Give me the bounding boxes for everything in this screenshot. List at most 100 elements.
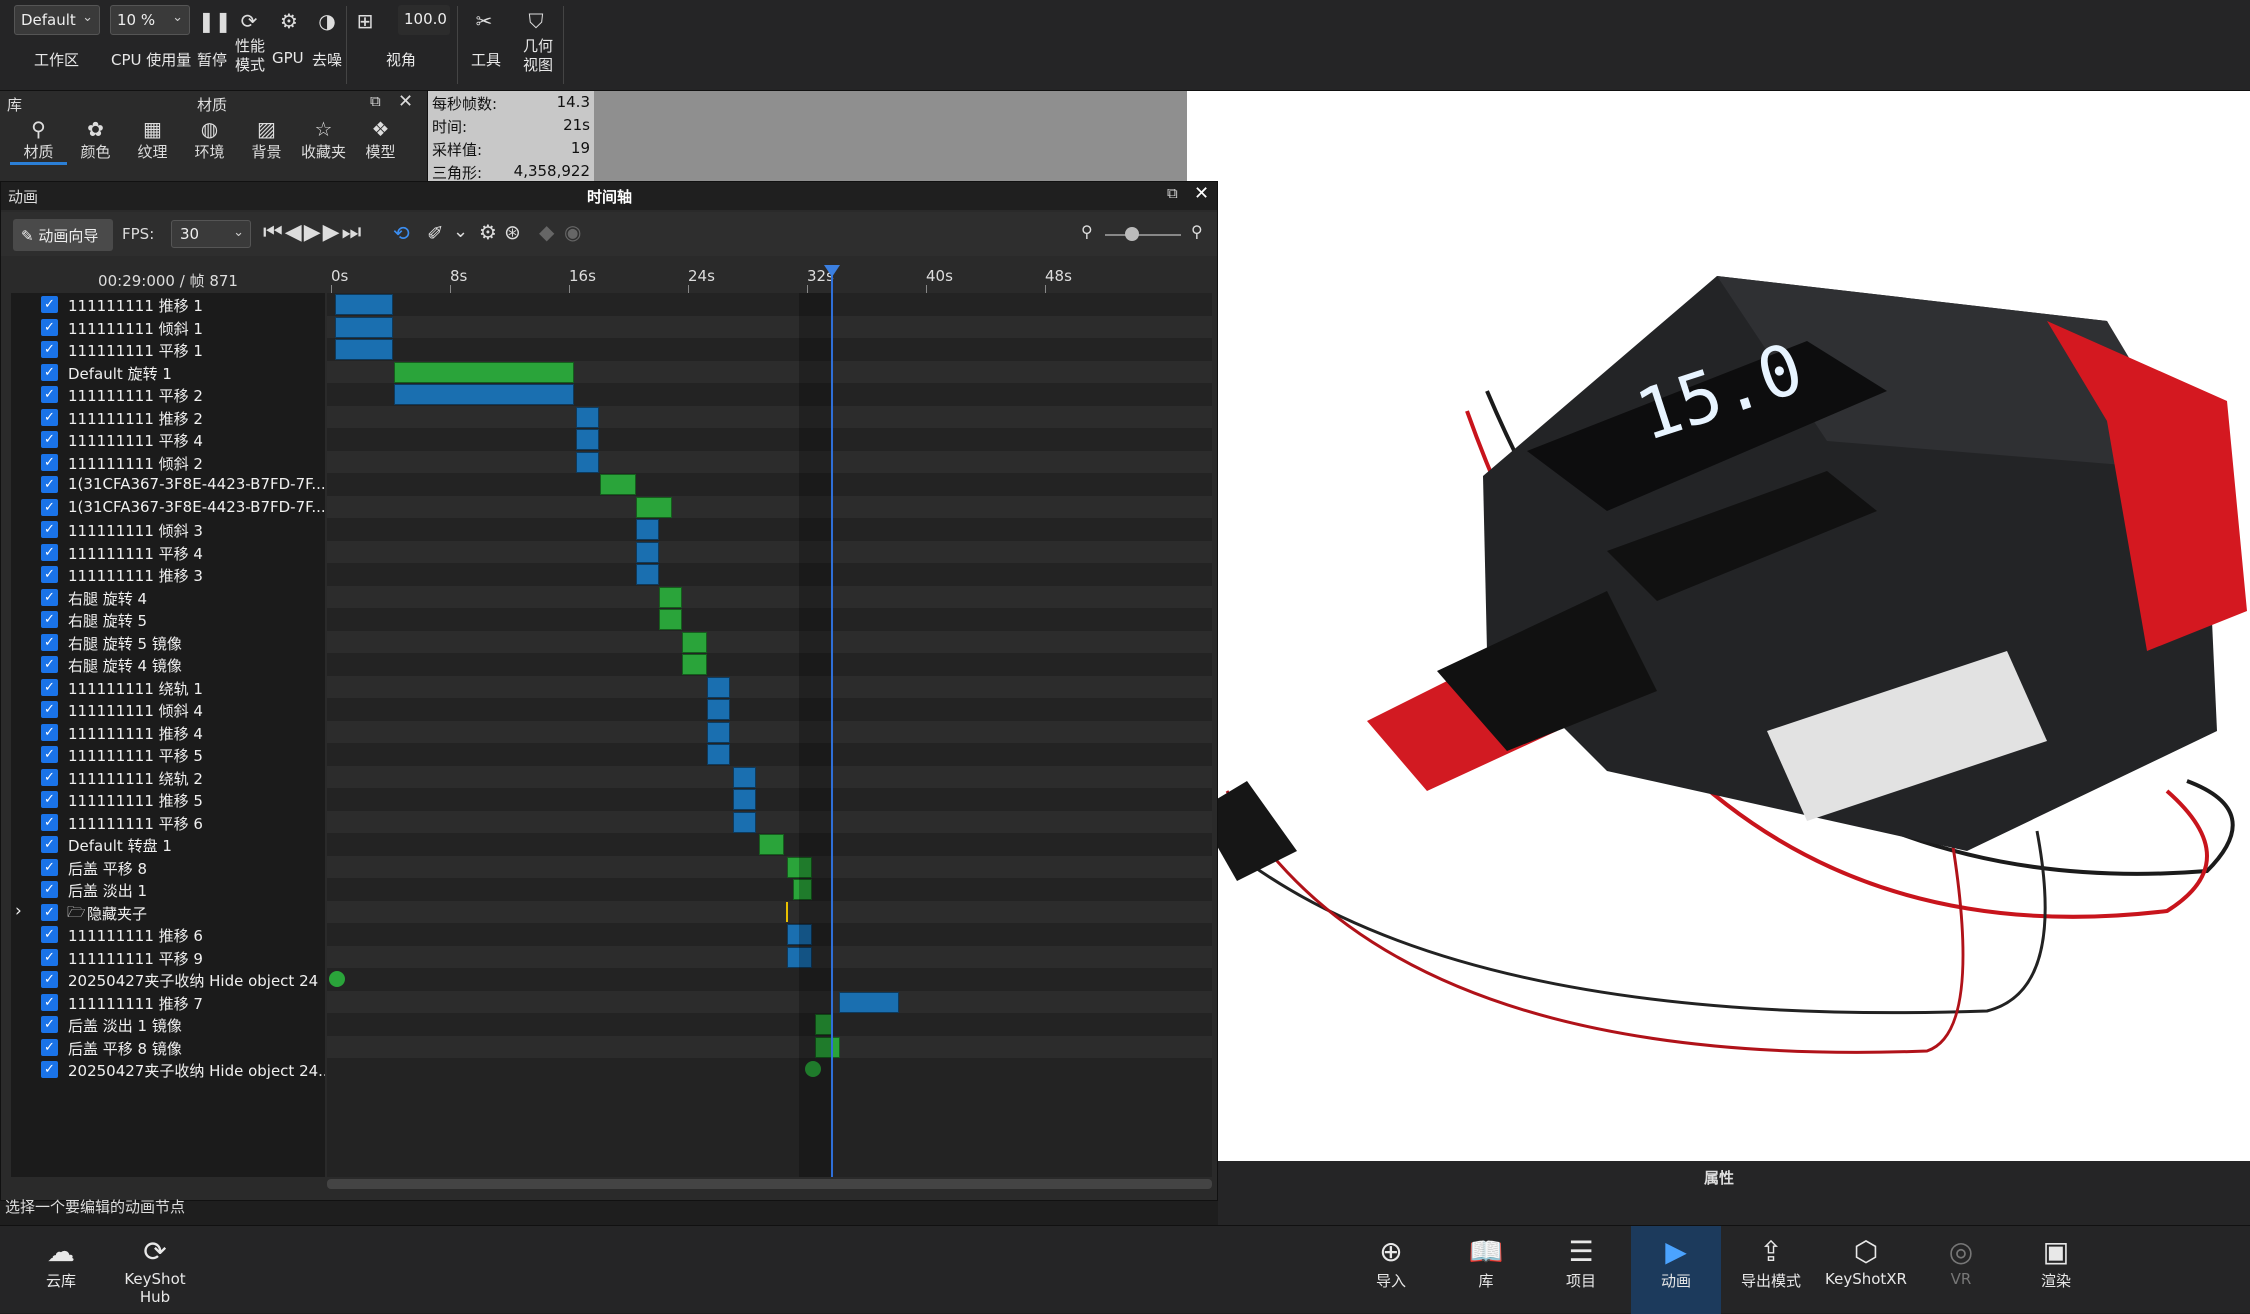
track-row[interactable]: ✓ 后盖 淡出 1 (11, 878, 325, 901)
zoom-slider[interactable] (1105, 234, 1181, 236)
track-checkbox[interactable]: ✓ (41, 903, 58, 921)
camera-icon[interactable]: ⊞ (352, 8, 378, 34)
track-row[interactable]: ✓ 111111111 平移 6 (11, 811, 325, 834)
track-checkbox[interactable]: ✓ (41, 656, 58, 673)
tools-icon[interactable]: ✂ (471, 8, 497, 34)
zoom-in-icon[interactable]: ⚲ (1191, 222, 1203, 241)
export-mode-button[interactable]: ⇪ 导出模式 (1726, 1234, 1816, 1291)
close-icon[interactable]: ✕ (1194, 183, 1209, 204)
cpu-usage-dropdown[interactable]: 10 % ⌄ (110, 5, 190, 35)
track-checkbox[interactable]: ✓ (41, 701, 58, 718)
track-checkbox[interactable]: ✓ (41, 678, 58, 696)
track-checkbox[interactable]: ✓ (41, 543, 58, 561)
track-checkbox[interactable]: ✓ (41, 993, 58, 1011)
track-row[interactable]: ✓ 111111111 平移 5 (11, 743, 325, 766)
keyframe-bar[interactable] (707, 744, 730, 765)
animation-button[interactable]: ▶ 动画 (1631, 1226, 1721, 1314)
keyshotxr-button[interactable]: ⬡ KeyShotXR (1821, 1234, 1911, 1288)
track-checkbox[interactable]: ✓ (41, 566, 58, 583)
track-checkbox[interactable]: ✓ (41, 431, 58, 448)
track-row[interactable]: ✓ 右腿 旋转 4 镜像 (11, 653, 325, 676)
timeline[interactable]: 0s 8s 16s 24s 32s 40s 48s (327, 265, 1212, 1177)
track-row[interactable]: ✓ 111111111 绕轨 1 (11, 676, 325, 699)
tab-texture[interactable]: ▦ 纹理 (124, 117, 181, 165)
settings-icon[interactable]: ⚙ (479, 220, 497, 244)
zoom-slider-handle[interactable] (1125, 227, 1139, 241)
keyframe-bar[interactable] (759, 834, 784, 855)
tab-models[interactable]: ❖ 模型 (352, 117, 409, 165)
quality-field[interactable]: 100.0 (398, 5, 450, 35)
record-icon[interactable]: ◉ (564, 220, 581, 244)
keyframe-bar[interactable] (636, 519, 659, 540)
keyframe-bar[interactable] (636, 496, 672, 518)
keyframe-bar[interactable] (839, 991, 899, 1013)
close-icon[interactable]: ✕ (398, 91, 413, 112)
track-row[interactable]: ✓ 111111111 倾斜 3 (11, 518, 325, 541)
track-row[interactable]: ✓ 111111111 倾斜 4 (11, 698, 325, 721)
track-row[interactable]: ✓ 111111111 推移 4 (11, 721, 325, 744)
track-checkbox[interactable]: ✓ (41, 881, 58, 898)
track-row[interactable]: ✓ 111111111 倾斜 2 (11, 451, 325, 474)
track-checkbox[interactable]: ✓ (41, 363, 58, 381)
zoom-out-icon[interactable]: ⚲ (1081, 222, 1093, 241)
pause-icon[interactable]: ❚❚ (198, 8, 232, 34)
keyframe-bar[interactable] (682, 631, 707, 653)
track-row[interactable]: ✓ 后盖 淡出 1 镜像 (11, 1013, 325, 1036)
tab-background[interactable]: ▨ 背景 (238, 117, 295, 165)
keyframe-bar[interactable] (636, 564, 659, 585)
keyshot-hub-button[interactable]: ⟳ KeyShot Hub (110, 1234, 200, 1306)
keyframe-bar[interactable] (335, 316, 393, 338)
track-checkbox[interactable]: ✓ (41, 768, 58, 786)
import-button[interactable]: ⊕ 导入 (1346, 1234, 1436, 1291)
keyframe-bar[interactable] (707, 676, 730, 698)
performance-mode-icon[interactable]: ⟳ (236, 8, 262, 34)
keyframe-bar[interactable] (576, 429, 599, 450)
keyframe-bar[interactable] (659, 586, 682, 608)
edit-icon[interactable]: ✐ (427, 221, 444, 245)
track-checkbox[interactable]: ✓ (41, 813, 58, 831)
keyframe-bar[interactable] (707, 721, 730, 743)
keyframe-bar[interactable] (733, 811, 756, 833)
track-checkbox[interactable]: ✓ (41, 341, 58, 358)
render-viewport[interactable]: 15.0 (1185, 91, 2250, 1161)
keyframe-bar[interactable] (335, 339, 393, 360)
denoise-icon[interactable]: ◑ (314, 8, 340, 34)
render-button[interactable]: ▣ 渲染 (2011, 1234, 2101, 1291)
workspace-dropdown[interactable]: Default ⌄ (14, 5, 100, 35)
track-row[interactable]: ✓ 111111111 平移 4 (11, 428, 325, 451)
track-row[interactable]: ✓ 111111111 绕轨 2 (11, 766, 325, 789)
track-checkbox[interactable]: ✓ (41, 791, 58, 808)
track-checkbox[interactable]: ✓ (41, 948, 58, 966)
horizontal-scrollbar[interactable] (327, 1179, 1212, 1189)
keyframe-bar[interactable] (335, 294, 393, 315)
track-row[interactable]: ✓ 右腿 旋转 4 (11, 586, 325, 609)
track-row[interactable]: ✓ 111111111 推移 6 (11, 923, 325, 946)
keyframe-bar[interactable] (733, 789, 756, 810)
track-row[interactable]: ✓ 20250427夹子收纳 Hide object 24 (11, 968, 325, 991)
gpu-icon[interactable]: ⚙ (276, 8, 302, 34)
track-row[interactable]: ✓ 右腿 旋转 5 镜像 (11, 631, 325, 654)
target-icon[interactable]: ⊛ (504, 220, 521, 244)
chevron-right-icon[interactable]: › (15, 901, 22, 921)
track-checkbox[interactable]: ✓ (41, 746, 58, 763)
vr-button[interactable]: ◎ VR (1916, 1234, 2006, 1288)
keyframe-bar[interactable] (576, 406, 599, 428)
keyframe-bar[interactable] (707, 699, 730, 720)
keyframe-bar[interactable] (733, 766, 756, 788)
track-checkbox[interactable]: ✓ (41, 453, 58, 471)
track-checkbox[interactable]: ✓ (41, 1061, 58, 1078)
event-marker[interactable] (329, 971, 345, 987)
keyframe-bar[interactable] (576, 451, 599, 473)
track-checkbox[interactable]: ✓ (41, 408, 58, 426)
track-row[interactable]: ✓ 111111111 推移 1 (11, 293, 325, 316)
tab-color[interactable]: ✿ 颜色 (67, 117, 124, 165)
track-checkbox[interactable]: ✓ (41, 1038, 58, 1056)
playback-controls[interactable]: ⏮◀▶▶⏭ (263, 220, 363, 245)
track-checkbox[interactable]: ✓ (41, 971, 58, 988)
playhead-marker[interactable] (824, 265, 840, 277)
keyframe-bar[interactable] (394, 361, 574, 383)
track-row[interactable]: ✓ 111111111 推移 3 (11, 563, 325, 586)
keyframe-icon[interactable]: ◆ (539, 220, 554, 244)
track-row[interactable]: ✓ 111111111 推移 2 (11, 406, 325, 429)
track-checkbox[interactable]: ✓ (41, 926, 58, 943)
